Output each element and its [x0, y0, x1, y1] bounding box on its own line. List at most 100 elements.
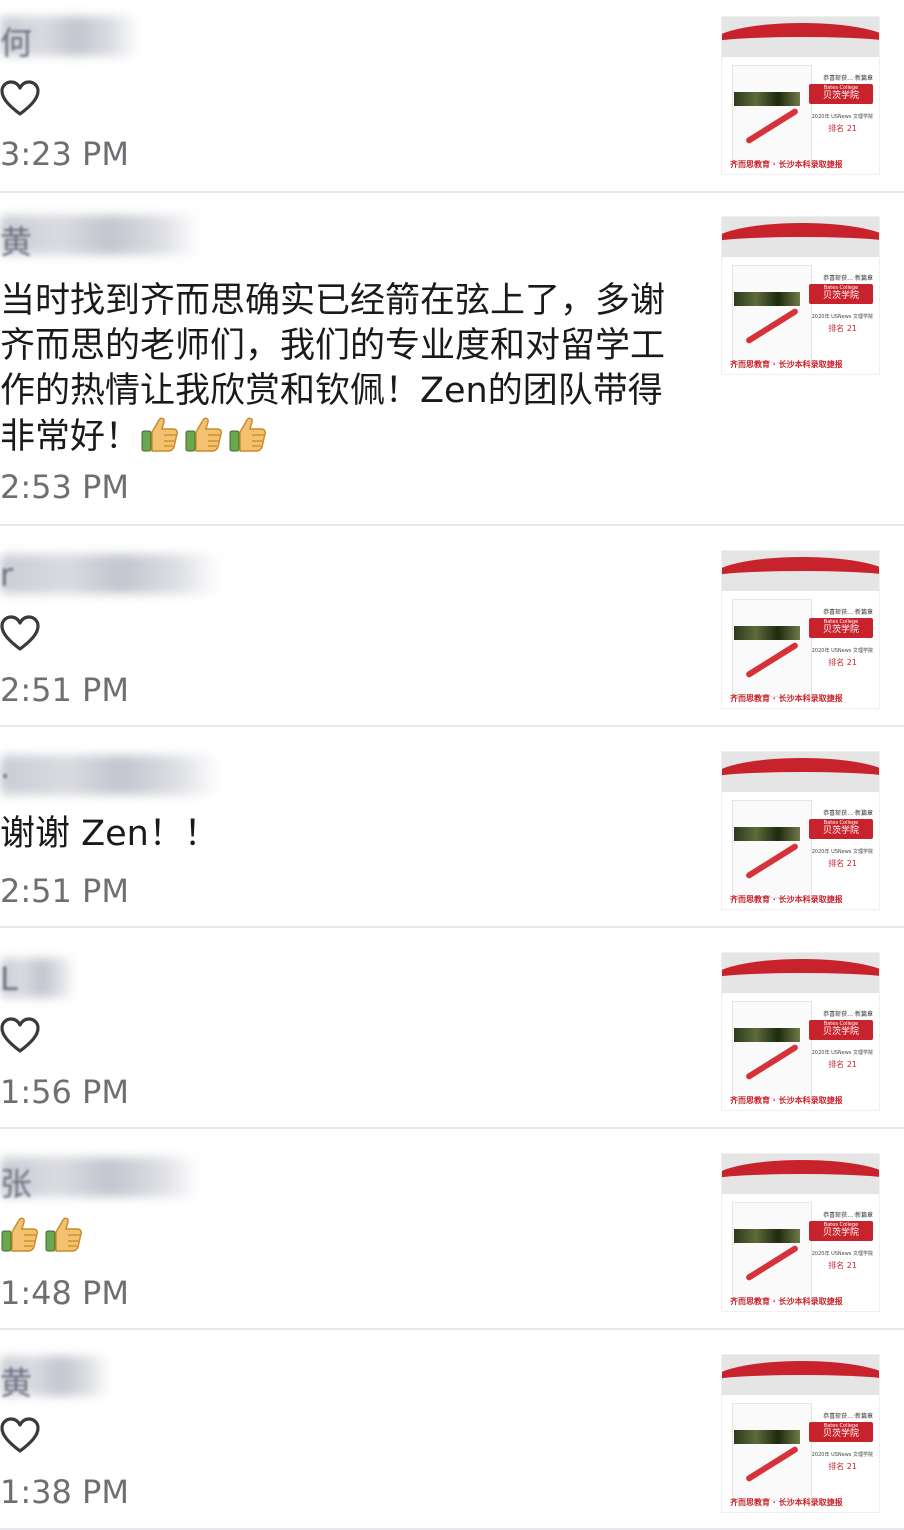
comment-row[interactable]: ████████黄当时找到齐而思确实已经箭在弦上了，多谢齐而思的老师们，我们的专…: [0, 193, 904, 526]
thumbnail-header-text: 恭喜斩获…·新篇章: [823, 275, 873, 282]
thumbnail-photo: [734, 626, 800, 640]
comment-time: 3:23 PM: [0, 135, 129, 173]
thumbnail-rank-line: 2020年 USNews 文理学院: [811, 1251, 873, 1257]
comment-text: [0, 1214, 670, 1266]
moment-thumbnail[interactable]: 恭喜斩获…·新篇章 Bates College 贝茨学院 2020年 USNews 文…: [722, 17, 879, 174]
comment-time: 1:38 PM: [0, 1473, 129, 1511]
moment-thumbnail[interactable]: 恭喜斩获…·新篇章 Bates College 贝茨学院 2020年 USNews 文…: [722, 551, 879, 708]
thumbnail-letter: [732, 599, 812, 697]
thumbnail-college-label: Bates College 贝茨学院: [809, 618, 873, 638]
comment-text: 当时找到齐而思确实已经箭在弦上了，多谢齐而思的老师们，我们的专业度和对留学工作的…: [0, 279, 670, 466]
thumbnail-footer: 齐而思教育 · 长沙本科录取捷报: [730, 1297, 843, 1306]
thumbnail-header-text: 恭喜斩获…·新篇章: [823, 1212, 873, 1219]
commenter-initial: 黄: [0, 223, 33, 261]
comment-row[interactable]: ████████· 谢谢 Zen！！ 2:51 PM 恭喜斩获…·新篇章 Bates C…: [0, 727, 904, 928]
thumbnail-college-cn: 贝茨学院: [822, 1027, 859, 1037]
thumbnail-header-text: 恭喜斩获…·新篇章: [823, 1011, 873, 1018]
thumbnail-footer: 齐而思教育 · 长沙本科录取捷报: [730, 360, 843, 369]
thumbnail-photo: [734, 292, 800, 306]
thumbnail-rank-value: 排名 21: [828, 1261, 857, 1270]
thumbnail-red-arc: [722, 1361, 879, 1401]
thumbnail-header-text: 恭喜斩获…·新篇章: [823, 75, 873, 82]
commenter-name[interactable]: ████████: [0, 554, 220, 594]
thumbnail-college-cn: 贝茨学院: [822, 1429, 859, 1439]
moment-thumbnail[interactable]: 恭喜斩获…·新篇章 Bates College 贝茨学院 2020年 USNews 文…: [722, 217, 879, 374]
comment-message: 谢谢 Zen！！: [0, 814, 219, 854]
thumbnail-header-text: 恭喜斩获…·新篇章: [823, 609, 873, 616]
thumbnail-letter: [732, 1403, 812, 1501]
comment-time: 2:53 PM: [0, 468, 129, 506]
comment-message: 当时找到齐而思确实已经箭在弦上了，多谢齐而思的老师们，我们的专业度和对留学工作的…: [0, 281, 666, 457]
moment-thumbnail[interactable]: 恭喜斩获…·新篇章 Bates College 贝茨学院 2020年 USNews 文…: [722, 1355, 879, 1512]
heart-outline-icon[interactable]: [0, 1017, 40, 1055]
comment-time: 1:48 PM: [0, 1274, 129, 1312]
thumbnail-header-text: 恭喜斩获…·新篇章: [823, 810, 873, 817]
thumbnail-red-arc: [722, 758, 879, 798]
thumbnail-rank-value: 排名 21: [828, 1462, 857, 1471]
thumbnail-college-cn: 贝茨学院: [822, 826, 859, 836]
thumbs-up-emoji: [140, 414, 272, 466]
comment-row[interactable]: ████████r 2:51 PM 恭喜斩获…·新篇章 Bates College贝茨…: [0, 526, 904, 727]
heart-outline-icon[interactable]: [0, 1417, 40, 1455]
moment-thumbnail[interactable]: 恭喜斩获…·新篇章 Bates College 贝茨学院 2020年 USNews 文…: [722, 752, 879, 909]
thumbs-up-emoji: [0, 1214, 88, 1266]
moment-thumbnail[interactable]: 恭喜斩获…·新篇章 Bates College 贝茨学院 2020年 USNews 文…: [722, 953, 879, 1110]
thumbnail-photo: [734, 1229, 800, 1243]
thumbnail-letter: [732, 65, 812, 163]
thumbnail-letter: [732, 265, 812, 363]
comment-time: 2:51 PM: [0, 872, 129, 910]
thumbnail-college-label: Bates College 贝茨学院: [809, 819, 873, 839]
thumbnail-college-cn: 贝茨学院: [822, 625, 859, 635]
thumbnail-footer: 齐而思教育 · 长沙本科录取捷报: [730, 160, 843, 169]
comment-time: 2:51 PM: [0, 671, 129, 709]
commenter-initial: 黄: [0, 1364, 33, 1402]
thumbnail-footer: 齐而思教育 · 长沙本科录取捷报: [730, 1096, 843, 1105]
thumbnail-rank-line: 2020年 USNews 文理学院: [811, 1050, 873, 1056]
thumbnail-college-cn: 贝茨学院: [822, 91, 859, 101]
thumbnail-red-arc: [722, 557, 879, 597]
commenter-initial: r: [0, 556, 14, 594]
comment-row[interactable]: ████何3:23 PM恭喜斩获…·新篇章Bates College贝茨学院20…: [0, 0, 904, 193]
thumbnail-red-arc: [722, 223, 879, 263]
thumbnail-letter: [732, 800, 812, 898]
thumbnail-photo: [734, 1028, 800, 1042]
thumbnail-header-text: 恭喜斩获…·新篇章: [823, 1413, 873, 1420]
comment-text: 谢谢 Zen！！: [0, 812, 670, 857]
commenter-initial: ·: [0, 757, 11, 795]
comment-row[interactable]: ████黄1:38 PM恭喜斩获…·新篇章Bates College贝茨学院20…: [0, 1330, 904, 1530]
thumbnail-letter: [732, 1001, 812, 1099]
thumbnail-rank-value: 排名 21: [828, 859, 857, 868]
thumbnail-college-label: Bates College 贝茨学院: [809, 1422, 873, 1442]
comment-time: 1:56 PM: [0, 1073, 129, 1111]
thumbnail-red-arc: [722, 959, 879, 999]
thumbnail-rank-value: 排名 21: [828, 658, 857, 667]
comment-row[interactable]: ███L1:56 PM恭喜斩获…·新篇章Bates College贝茨学院202…: [0, 928, 904, 1129]
thumbnail-footer: 齐而思教育 · 长沙本科录取捷报: [730, 1498, 843, 1507]
thumbnail-rank-line: 2020年 USNews 文理学院: [811, 1452, 873, 1458]
heart-outline-icon[interactable]: [0, 80, 40, 118]
comment-row[interactable]: ████████张1:48 PM恭喜斩获…·新篇章Bates College贝茨…: [0, 1129, 904, 1330]
commenter-initial: 张: [0, 1165, 33, 1203]
commenter-initial: L: [0, 960, 18, 998]
thumbnail-rank-line: 2020年 USNews 文理学院: [811, 314, 873, 320]
thumbnail-college-cn: 贝茨学院: [822, 291, 859, 301]
commenter-name[interactable]: ████████: [0, 755, 220, 795]
thumbnail-rank-line: 2020年 USNews 文理学院: [811, 648, 873, 654]
thumbnail-red-arc: [722, 1160, 879, 1200]
thumbnail-college-label: Bates College 贝茨学院: [809, 284, 873, 304]
thumbnail-college-cn: 贝茨学院: [822, 1228, 859, 1238]
moment-thumbnail[interactable]: 恭喜斩获…·新篇章 Bates College 贝茨学院 2020年 USNews 文…: [722, 1154, 879, 1311]
thumbnail-photo: [734, 827, 800, 841]
thumbnail-footer: 齐而思教育 · 长沙本科录取捷报: [730, 694, 843, 703]
thumbnail-photo: [734, 1430, 800, 1444]
thumbnail-red-arc: [722, 23, 879, 63]
thumbnail-footer: 齐而思教育 · 长沙本科录取捷报: [730, 895, 843, 904]
commenter-initial: 何: [0, 24, 33, 62]
thumbnail-college-label: Bates College 贝茨学院: [809, 1221, 873, 1241]
heart-outline-icon[interactable]: [0, 615, 40, 653]
thumbnail-college-label: Bates College 贝茨学院: [809, 84, 873, 104]
thumbnail-rank-value: 排名 21: [828, 324, 857, 333]
thumbnail-rank-line: 2020年 USNews 文理学院: [811, 114, 873, 120]
thumbnail-rank-line: 2020年 USNews 文理学院: [811, 849, 873, 855]
thumbnail-letter: [732, 1202, 812, 1300]
